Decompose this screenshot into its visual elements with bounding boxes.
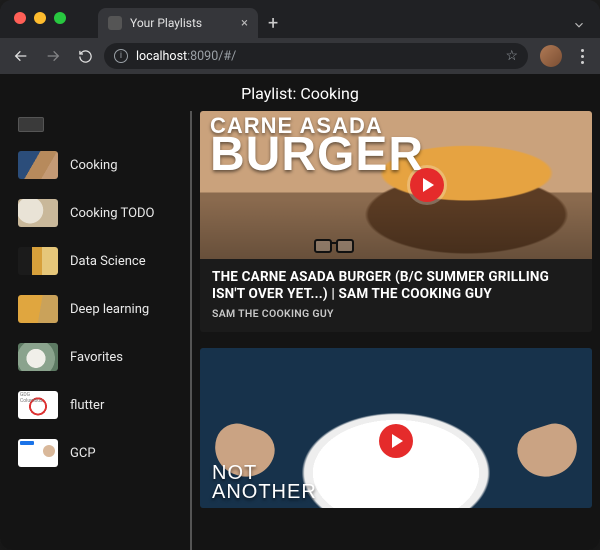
- decorative-hand: [512, 418, 585, 484]
- overlay-line-2: BURGER: [210, 135, 424, 174]
- play-icon[interactable]: [410, 168, 444, 202]
- new-tab-button[interactable]: +: [258, 13, 288, 38]
- url-text: localhost:8090/#/: [136, 49, 497, 64]
- thumbnail-overlay-text: CARNE ASADA BURGER: [210, 117, 424, 174]
- tab-favicon: [108, 16, 122, 30]
- playlist-thumb: [18, 295, 58, 323]
- sidebar-item-label: Favorites: [70, 350, 123, 365]
- close-window-button[interactable]: [14, 12, 26, 24]
- playlist-thumb: [18, 199, 58, 227]
- sidebar-item-cooking[interactable]: Cooking: [18, 146, 180, 184]
- sidebar-item-gcp[interactable]: GCP: [18, 434, 180, 472]
- tabstrip-menu-icon[interactable]: [572, 18, 592, 38]
- sidebar-item-label: Data Science: [70, 254, 146, 269]
- forward-button[interactable]: [40, 43, 66, 69]
- browser-toolbar: i localhost:8090/#/ ☆: [0, 38, 600, 74]
- video-meta: THE CARNE ASADA BURGER (B/C SUMMER GRILL…: [200, 259, 592, 332]
- back-button[interactable]: [8, 43, 34, 69]
- app-root: Playlist: Cooking Cooking Cooking TODO D…: [0, 74, 600, 550]
- playlist-sidebar: Cooking Cooking TODO Data Science Deep l…: [0, 111, 190, 550]
- video-list[interactable]: CARNE ASADA BURGER THE CARNE ASADA BURGE…: [190, 111, 598, 550]
- sidebar-item-label: flutter: [70, 398, 104, 413]
- minimize-window-button[interactable]: [34, 12, 46, 24]
- maximize-window-button[interactable]: [54, 12, 66, 24]
- titlebar: Your Playlists × +: [0, 0, 600, 38]
- browser-menu-icon[interactable]: [572, 49, 592, 64]
- play-icon[interactable]: [379, 424, 413, 458]
- page-title: Playlist: Cooking: [0, 74, 600, 111]
- playlist-thumb: GDGColumbus: [18, 391, 58, 419]
- address-bar[interactable]: i localhost:8090/#/ ☆: [104, 43, 528, 69]
- sidebar-item-favorites[interactable]: Favorites: [18, 338, 180, 376]
- video-title: THE CARNE ASADA BURGER (B/C SUMMER GRILL…: [212, 269, 580, 303]
- overlay-line-2: ANOTHER: [212, 483, 317, 502]
- glasses-icon: [312, 237, 356, 251]
- sidebar-item-flutter[interactable]: GDGColumbus flutter: [18, 386, 180, 424]
- tab-title: Your Playlists: [130, 16, 202, 30]
- playlist-thumb: [18, 343, 58, 371]
- app-body: Cooking Cooking TODO Data Science Deep l…: [0, 111, 600, 550]
- thumbnail-overlay-text: NOT ANOTHER: [212, 464, 317, 502]
- video-thumbnail[interactable]: CARNE ASADA BURGER: [200, 111, 592, 259]
- video-thumbnail[interactable]: NOT ANOTHER: [200, 348, 592, 508]
- url-path: :8090/#/: [187, 49, 236, 64]
- profile-avatar[interactable]: [540, 45, 562, 67]
- sidebar-item-cooking-todo[interactable]: Cooking TODO: [18, 194, 180, 232]
- site-info-icon[interactable]: i: [114, 49, 128, 63]
- reload-button[interactable]: [72, 43, 98, 69]
- playlist-thumb: [18, 439, 58, 467]
- sidebar-item-deep-learning[interactable]: Deep learning: [18, 290, 180, 328]
- sidebar-item-label: Deep learning: [70, 302, 149, 317]
- playlist-thumb: [18, 151, 58, 179]
- url-host: localhost: [136, 49, 187, 64]
- overlay-line-1: NOT: [212, 464, 317, 483]
- sidebar-collapse-thumb[interactable]: [18, 117, 44, 132]
- playlist-thumb: [18, 247, 58, 275]
- browser-window: Your Playlists × + i localhost:8090/#/ ☆: [0, 0, 600, 550]
- sidebar-item-data-science[interactable]: Data Science: [18, 242, 180, 280]
- video-card[interactable]: CARNE ASADA BURGER THE CARNE ASADA BURGE…: [200, 111, 592, 332]
- video-channel: SAM THE COOKING GUY: [212, 307, 580, 320]
- tab-close-icon[interactable]: ×: [241, 16, 248, 31]
- video-card[interactable]: NOT ANOTHER: [200, 348, 592, 508]
- bookmark-star-icon[interactable]: ☆: [505, 48, 518, 64]
- window-controls: [14, 12, 66, 24]
- sidebar-item-label: Cooking: [70, 158, 118, 173]
- browser-tab[interactable]: Your Playlists ×: [98, 8, 258, 38]
- sidebar-item-label: GCP: [70, 446, 96, 461]
- sidebar-item-label: Cooking TODO: [70, 206, 155, 221]
